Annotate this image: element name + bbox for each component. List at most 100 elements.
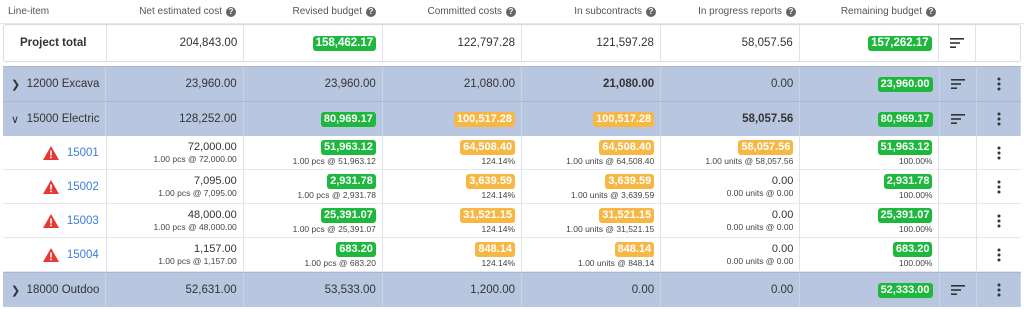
kebab-menu-icon — [997, 112, 1001, 126]
help-icon[interactable]: ? — [366, 6, 376, 17]
value: 58,057.56 — [742, 113, 794, 125]
col-header-label: Net estimated cost — [139, 6, 222, 17]
sort-button[interactable] — [939, 25, 977, 61]
col-header-revised-budget[interactable]: Revised budget? — [242, 0, 382, 23]
group-label: 12000 Excava — [26, 78, 100, 90]
line-item-link[interactable]: 15003 — [67, 215, 99, 227]
help-icon[interactable]: ? — [926, 6, 936, 17]
more-button[interactable] — [977, 102, 1021, 136]
green-badge: 158,462.17 — [312, 35, 377, 51]
line-item-link[interactable]: 15004 — [67, 249, 99, 261]
help-icon[interactable]: ? — [786, 6, 796, 17]
item-progress: 0.00 0.00 units @ 0.00 — [661, 204, 801, 237]
value: 7,095.00 — [193, 175, 237, 187]
green-badge: 25,391.07 — [877, 207, 933, 223]
item-committed: 3,639.59 124.14% — [383, 170, 523, 203]
group-row-12000[interactable]: ❯ 12000 Excava 23,960.00 23,960.00 21,08… — [3, 66, 1021, 101]
more-button[interactable] — [977, 67, 1021, 101]
value-detail: 1.00 pcs @ 25,391.07 — [292, 223, 376, 234]
more-button[interactable] — [977, 238, 1021, 271]
group-label-cell[interactable]: ❯ 12000 Excava — [3, 67, 107, 101]
value: 23,960.00 — [185, 78, 237, 90]
more-button[interactable] — [977, 136, 1021, 169]
col-header-committed[interactable]: Committed costs? — [382, 0, 522, 23]
group-label-cell[interactable]: ∨ 15000 Electric — [3, 102, 107, 136]
item-progress: 0.00 0.00 units @ 0.00 — [661, 238, 801, 271]
item-remaining: 2,931.78 100.00% — [800, 170, 940, 203]
value-detail: 1.00 pcs @ 1,157.00 — [158, 256, 237, 266]
value: 128,252.00 — [179, 113, 237, 125]
value: 21,080.00 — [602, 78, 655, 90]
col-header-line-item[interactable]: Line-item — [0, 0, 104, 23]
warning-triangle-icon — [42, 179, 59, 194]
total-net-estimated: 204,843.00 — [107, 25, 245, 61]
orange-badge: 58,057.56 — [738, 139, 794, 155]
empty-action — [976, 25, 1020, 61]
more-button[interactable] — [977, 273, 1021, 307]
sort-button[interactable] — [940, 67, 978, 101]
col-header-subcontracts[interactable]: In subcontracts? — [522, 0, 662, 23]
value-detail: 1.00 units @ 31,521.15 — [566, 223, 655, 234]
kebab-menu-icon — [997, 180, 1001, 193]
group-revised-budget: 53,533.00 — [244, 273, 383, 307]
orange-badge: 3,639.59 — [466, 173, 516, 189]
budget-grid: Line-item Net estimated cost? Revised bu… — [0, 0, 1024, 307]
help-icon[interactable]: ? — [226, 6, 236, 17]
green-badge: 157,262.17 — [868, 35, 932, 51]
col-header-net-estimated[interactable]: Net estimated cost? — [104, 0, 242, 23]
item-revised-budget: 51,963.12 1.00 pcs @ 51,963.12 — [244, 136, 383, 169]
item-subcontracts: 848.14 1.00 units @ 848.14 — [522, 238, 662, 271]
value-detail: 1.00 units @ 848.14 — [577, 257, 655, 268]
col-header-progress[interactable]: In progress reports? — [662, 0, 802, 23]
green-badge: 80,969.17 — [320, 111, 376, 127]
orange-badge: 848.14 — [475, 241, 516, 257]
value: 72,000.00 — [187, 141, 237, 153]
help-icon[interactable]: ? — [506, 6, 516, 17]
item-remaining: 25,391.07 100.00% — [800, 204, 940, 237]
value-detail: 0.00 units @ 0.00 — [726, 188, 794, 198]
kebab-menu-icon — [997, 214, 1001, 227]
group-row-15000[interactable]: ∨ 15000 Electric 128,252.00 80,969.17 10… — [3, 101, 1021, 136]
line-item-link[interactable]: 15001 — [67, 147, 99, 159]
item-subcontracts: 64,508.40 1.00 units @ 64,508.40 — [522, 136, 662, 169]
sort-button[interactable] — [940, 273, 978, 307]
more-button[interactable] — [977, 170, 1021, 203]
chevron-right-icon[interactable]: ❯ — [11, 78, 23, 91]
green-badge: 51,963.12 — [877, 139, 933, 155]
green-badge: 23,960.00 — [877, 76, 933, 92]
more-button[interactable] — [977, 204, 1021, 237]
value-detail: 100.00% — [898, 257, 933, 268]
header-spacer — [942, 0, 980, 23]
value: 53,533.00 — [324, 284, 376, 296]
group-label-cell[interactable]: ❯ 18000 Outdoo — [3, 273, 107, 307]
line-item-link[interactable]: 15002 — [67, 181, 99, 193]
chevron-down-icon[interactable]: ∨ — [11, 113, 23, 126]
group-row-18000[interactable]: ❯ 18000 Outdoo 52,631.00 53,533.00 1,200… — [3, 272, 1021, 307]
green-badge: 2,931.78 — [883, 173, 933, 189]
col-header-label: In subcontracts — [574, 6, 642, 17]
item-net-estimated: 1,157.00 1.00 pcs @ 1,157.00 — [107, 238, 244, 271]
value-detail: 124.14% — [481, 155, 516, 166]
green-badge: 51,963.12 — [320, 139, 376, 155]
col-header-remaining[interactable]: Remaining budget? — [802, 0, 942, 23]
line-item-code-cell: 15002 — [3, 170, 107, 203]
value-detail: 1.00 pcs @ 72,000.00 — [153, 154, 237, 164]
group-subcontracts: 100,517.28 — [522, 102, 662, 136]
warning-triangle-icon — [42, 247, 59, 262]
green-badge: 683.20 — [336, 241, 376, 257]
value: 23,960.00 — [324, 78, 376, 90]
chevron-right-icon[interactable]: ❯ — [11, 284, 23, 297]
value-detail: 1.00 pcs @ 2,931.78 — [297, 189, 376, 200]
value-detail: 1.00 units @ 3,639.59 — [570, 189, 655, 200]
green-badge: 80,969.17 — [877, 111, 933, 127]
orange-badge: 848.14 — [614, 241, 655, 257]
total-remaining: 157,262.17 — [800, 25, 939, 61]
group-net-estimated: 128,252.00 — [106, 102, 244, 136]
value: 122,797.28 — [457, 37, 516, 49]
green-badge: 2,931.78 — [327, 173, 376, 189]
sort-button[interactable] — [940, 102, 978, 136]
help-icon[interactable]: ? — [646, 6, 656, 17]
header-spacer — [980, 0, 1024, 23]
green-badge: 25,391.07 — [320, 207, 376, 223]
group-committed: 1,200.00 — [383, 273, 522, 307]
